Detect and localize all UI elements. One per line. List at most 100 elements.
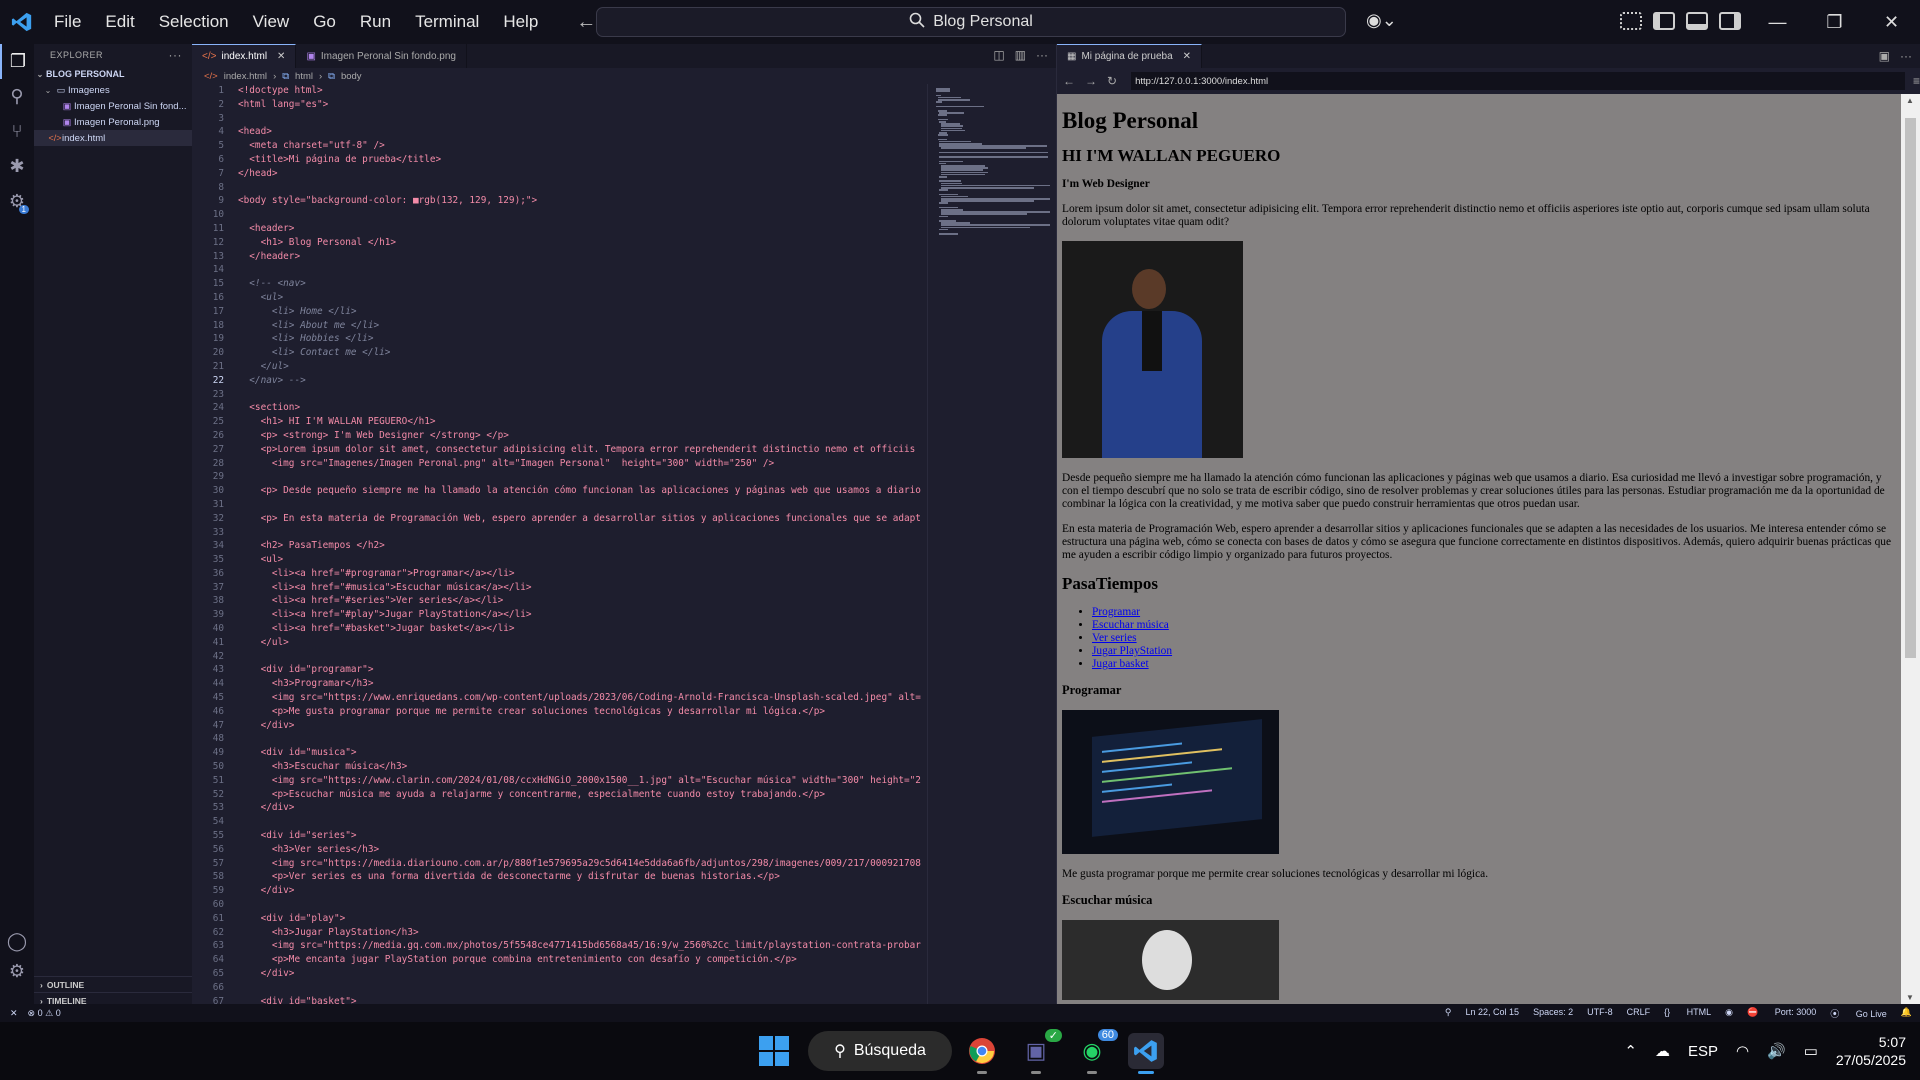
toggle-panel-icon[interactable] [1686, 12, 1708, 30]
code-line[interactable]: 17 <li> Home </li> [192, 305, 927, 319]
lock-icon[interactable]: ▣ [1879, 49, 1890, 63]
code-line[interactable]: 2 <html lang="es"> [192, 98, 927, 112]
code-line[interactable]: 50 <h3>Escuchar música</h3> [192, 760, 927, 774]
code-line[interactable]: 20 <li> Contact me </li> [192, 346, 927, 360]
code-line[interactable]: 12 <h1> Blog Personal </h1> [192, 236, 927, 250]
wifi-icon[interactable]: ◠ [1736, 1042, 1749, 1060]
more-actions-icon[interactable]: ··· [1900, 49, 1912, 63]
toggle-sidebar-icon[interactable] [1653, 12, 1675, 30]
code-line[interactable]: 26 <p> <strong> I'm Web Designer </stron… [192, 429, 927, 443]
explorer-icon[interactable]: ❐ [0, 44, 34, 79]
extensions-icon[interactable]: ⚙ 1 [0, 184, 34, 219]
toggle-secondary-sidebar-icon[interactable] [1719, 12, 1741, 30]
code-line[interactable]: 45 <img src="https://www.enriquedans.com… [192, 691, 927, 705]
code-line[interactable]: 28 <img src="Imagenes/Imagen Peronal.png… [192, 457, 927, 471]
copilot-icon[interactable]: ◉⌄ [1366, 10, 1397, 31]
cursor-position[interactable]: Ln 22, Col 15 [1466, 1007, 1520, 1020]
run-debug-icon[interactable]: ✱ [0, 149, 34, 184]
code-line[interactable]: 61 <div id="play"> [192, 912, 927, 926]
code-line[interactable]: 36 <li><a href="#programar">Programar</a… [192, 567, 927, 581]
outline-section[interactable]: › OUTLINE [34, 976, 192, 992]
line-ending[interactable]: CRLF [1627, 1007, 1651, 1020]
code-line[interactable]: 3 [192, 112, 927, 126]
menu-view[interactable]: View [253, 12, 290, 32]
zoom-icon[interactable]: ⚲ [1445, 1007, 1452, 1020]
copilot-status-icon[interactable]: ◉ [1725, 1007, 1733, 1020]
breadcrumb-html[interactable]: html [295, 71, 313, 82]
link-programar[interactable]: Programar [1092, 606, 1140, 618]
code-line[interactable]: 34 <h2> PasaTiempos </h2> [192, 539, 927, 553]
code-line[interactable]: 23 [192, 388, 927, 402]
vscode-taskbar-icon[interactable] [1128, 1033, 1164, 1074]
code-line[interactable]: 47 </div> [192, 719, 927, 733]
open-preview-icon[interactable]: ◫ [993, 48, 1004, 62]
language-mode[interactable]: {} HTML [1664, 1007, 1711, 1020]
remote-icon[interactable]: ✕ [0, 1008, 28, 1019]
code-line[interactable]: 51 <img src="https://www.clarin.com/2024… [192, 774, 927, 788]
taskbar-search[interactable]: ⚲ Búsqueda [808, 1031, 952, 1071]
code-line[interactable]: 16 <ul> [192, 291, 927, 305]
code-line[interactable]: 58 <p>Ver series es una forma divertida … [192, 870, 927, 884]
code-line[interactable]: 30 <p> Desde pequeño siempre me ha llama… [192, 484, 927, 498]
menu-edit[interactable]: Edit [105, 12, 134, 32]
code-line[interactable]: 32 <p> En esta materia de Programación W… [192, 512, 927, 526]
code-line[interactable]: 43 <div id="programar"> [192, 663, 927, 677]
indentation[interactable]: Spaces: 2 [1533, 1007, 1573, 1020]
go-live-button[interactable]: ⦿ Go Live [1830, 1007, 1887, 1020]
tab-index-html[interactable]: </> index.html ✕ [192, 44, 297, 68]
code-line[interactable]: 57 <img src="https://media.diariouno.com… [192, 857, 927, 871]
code-line[interactable]: 35 <ul> [192, 553, 927, 567]
code-line[interactable]: 59 </div> [192, 884, 927, 898]
more-actions-icon[interactable]: ··· [1036, 48, 1048, 62]
breadcrumb-body[interactable]: body [341, 71, 362, 82]
link-musica[interactable]: Escuchar música [1092, 619, 1169, 631]
code-line[interactable]: 21 </ul> [192, 360, 927, 374]
code-line[interactable]: 62 <h3>Jugar PlayStation</h3> [192, 926, 927, 940]
close-tab-icon[interactable]: ✕ [277, 51, 285, 62]
code-line[interactable]: 66 [192, 981, 927, 995]
menu-help[interactable]: Help [503, 12, 538, 32]
code-line[interactable]: 15 <!-- <nav> [192, 277, 927, 291]
file-imagen-peronal[interactable]: ▣ Imagen Peronal.png [34, 114, 192, 130]
code-line[interactable]: 64 <p>Me encanta jugar PlayStation porqu… [192, 953, 927, 967]
command-center-search[interactable]: Blog Personal [596, 7, 1346, 37]
code-line[interactable]: 22 </nav> --> [192, 374, 927, 388]
menu-terminal[interactable]: Terminal [415, 12, 479, 32]
tab-preview[interactable]: ▦ Mi página de prueba ✕ [1057, 44, 1203, 68]
code-line[interactable]: 46 <p>Me gusta programar porque me permi… [192, 705, 927, 719]
whatsapp-icon[interactable]: ◉ 60 [1074, 1029, 1118, 1074]
code-line[interactable]: 44 <h3>Programar</h3> [192, 677, 927, 691]
encoding[interactable]: UTF-8 [1587, 1007, 1613, 1020]
link-play[interactable]: Jugar PlayStation [1092, 645, 1172, 657]
code-line[interactable]: 40 <li><a href="#basket">Jugar basket</a… [192, 622, 927, 636]
battery-icon[interactable]: ▭ [1804, 1042, 1818, 1060]
split-editor-icon[interactable]: ▥ [1015, 48, 1026, 62]
teams-icon[interactable]: ▣ ✓ [1018, 1029, 1062, 1074]
menu-go[interactable]: Go [313, 12, 336, 32]
preview-scrollbar[interactable]: ▲ ▼ [1901, 94, 1920, 1004]
code-line[interactable]: 67 <div id="basket"> [192, 995, 927, 1004]
code-line[interactable]: 42 [192, 650, 927, 664]
volume-icon[interactable]: 🔊 [1767, 1042, 1786, 1060]
link-basket[interactable]: Jugar basket [1092, 658, 1149, 670]
code-line[interactable]: 48 [192, 732, 927, 746]
minimap[interactable] [927, 84, 1055, 1004]
breadcrumb-file[interactable]: index.html [224, 71, 267, 82]
code-line[interactable]: 14 [192, 263, 927, 277]
code-line[interactable]: 8 [192, 181, 927, 195]
customize-layout-icon[interactable] [1620, 12, 1642, 30]
code-line[interactable]: 18 <li> About me </li> [192, 319, 927, 333]
onedrive-cloud-icon[interactable]: ☁ [1655, 1042, 1670, 1060]
reload-icon[interactable]: ↻ [1107, 74, 1117, 88]
menu-icon[interactable]: ≡ [1913, 74, 1920, 88]
clock[interactable]: 5:07 27/05/2025 [1836, 1033, 1906, 1069]
code-line[interactable]: 33 [192, 526, 927, 540]
more-actions-icon[interactable]: ··· [169, 48, 183, 62]
forward-arrow-icon[interactable]: → [1085, 74, 1097, 88]
search-view-icon[interactable]: ⚲ [0, 79, 34, 114]
code-line[interactable]: 24 <section> [192, 401, 927, 415]
code-line[interactable]: 37 <li><a href="#musica">Escuchar música… [192, 581, 927, 595]
code-line[interactable]: 41 </ul> [192, 636, 927, 650]
code-line[interactable]: 7 </head> [192, 167, 927, 181]
code-line[interactable]: 49 <div id="musica"> [192, 746, 927, 760]
